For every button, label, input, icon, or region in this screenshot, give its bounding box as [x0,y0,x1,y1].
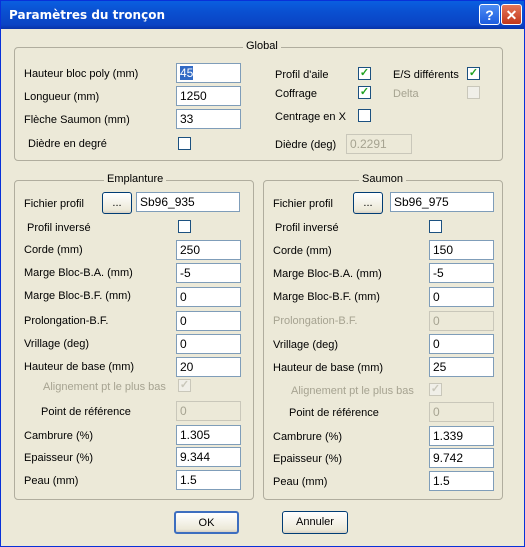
check-icon: ✓ [359,67,370,79]
window-title: Paramètres du tronçon [9,8,165,22]
emplanture-corde-input[interactable]: 250 [176,240,241,260]
saumon-alignement-checkbox: ✓ [429,383,442,396]
help-button[interactable]: ? [479,4,500,25]
saumon-corde-label: Corde (mm) [273,245,332,257]
emplanture-inverse-label: Profil inversé [27,222,91,234]
saumon-peau-label: Peau (mm) [273,476,328,488]
hauteur-bloc-label: Hauteur bloc poly (mm) [24,68,139,80]
emplanture-marge-ba-input[interactable]: -5 [176,263,241,283]
emplanture-marge-bf-input[interactable]: 0 [176,287,241,307]
emplanture-hauteur-base-input[interactable]: 20 [176,357,241,377]
saumon-vrillage-label: Vrillage (deg) [273,339,339,351]
emplanture-vrillage-label: Vrillage (deg) [24,338,90,350]
emplanture-browse-button[interactable]: ... [102,192,132,214]
close-button[interactable]: ✕ [501,4,522,25]
saumon-hauteur-base-label: Hauteur de base (mm) [273,362,384,374]
emplanture-peau-input[interactable]: 1.5 [176,470,241,490]
fleche-saumon-label: Flèche Saumon (mm) [24,114,130,126]
longueur-label: Longueur (mm) [24,91,100,103]
diedre-deg-label: Dièdre (deg) [275,139,337,151]
profil-aile-checkbox[interactable]: ✓ [358,67,371,80]
emplanture-fichier-label: Fichier profil [24,198,84,210]
es-differents-label: E/S différents [393,69,459,81]
emplanture-point-ref-input: 0 [176,401,241,421]
global-group-title: Global [243,40,281,52]
saumon-cambrure-input[interactable]: 1.339 [429,426,494,446]
saumon-inverse-checkbox[interactable] [429,220,442,233]
emplanture-cambrure-input[interactable]: 1.305 [176,425,241,445]
emplanture-alignement-label: Alignement pt le plus bas [43,381,166,393]
saumon-browse-button[interactable]: ... [353,192,383,214]
coffrage-checkbox[interactable]: ✓ [358,86,371,99]
saumon-corde-input[interactable]: 150 [429,240,494,260]
emplanture-hauteur-base-label: Hauteur de base (mm) [24,361,135,373]
delta-label: Delta [393,88,419,100]
emplanture-peau-label: Peau (mm) [24,475,79,487]
emplanture-group-title: Emplanture [104,173,167,185]
help-icon: ? [485,7,494,23]
saumon-alignement-label: Alignement pt le plus bas [291,385,414,397]
coffrage-label: Coffrage [275,88,317,100]
check-icon: ✓ [430,383,441,395]
centrage-checkbox[interactable] [358,109,371,122]
saumon-marge-bf-input[interactable]: 0 [429,287,494,307]
saumon-fichier-input[interactable]: Sb96_975 [390,192,494,212]
saumon-marge-bf-label: Marge Bloc-B.F. (mm) [273,291,380,303]
emplanture-inverse-checkbox[interactable] [178,220,191,233]
saumon-epaisseur-label: Epaisseur (%) [273,453,343,465]
emplanture-prolongation-input[interactable]: 0 [176,311,241,331]
saumon-marge-ba-input[interactable]: -5 [429,263,494,283]
check-icon: ✓ [468,67,479,79]
saumon-prolongation-input: 0 [429,311,494,331]
diedre-en-degre-checkbox[interactable] [178,137,191,150]
emplanture-prolongation-label: Prolongation-B.F. [24,315,109,327]
emplanture-marge-bf-label: Marge Bloc-B.F. (mm) [24,290,131,302]
emplanture-epaisseur-label: Epaisseur (%) [24,452,94,464]
check-icon: ✓ [359,86,370,98]
longueur-input[interactable]: 1250 [176,86,241,106]
saumon-point-ref-label: Point de référence [289,407,379,419]
diedre-deg-input: 0.2291 [346,134,412,154]
saumon-marge-ba-label: Marge Bloc-B.A. (mm) [273,268,382,280]
emplanture-vrillage-input[interactable]: 0 [176,334,241,354]
emplanture-corde-label: Corde (mm) [24,244,83,256]
title-bar[interactable]: Paramètres du tronçon ? ✕ [1,1,524,29]
saumon-vrillage-input[interactable]: 0 [429,334,494,354]
centrage-label: Centrage en X [275,111,346,123]
close-icon: ✕ [505,7,518,23]
emplanture-epaisseur-input[interactable]: 9.344 [176,447,241,467]
saumon-epaisseur-input[interactable]: 9.742 [429,448,494,468]
emplanture-point-ref-label: Point de référence [41,406,131,418]
saumon-inverse-label: Profil inversé [275,222,339,234]
saumon-fichier-label: Fichier profil [273,198,333,210]
emplanture-fichier-input[interactable]: Sb96_935 [136,192,240,212]
diedre-en-degre-label: Dièdre en degré [28,138,107,150]
emplanture-alignement-checkbox: ✓ [178,379,191,392]
saumon-prolongation-label: Prolongation-B.F. [273,315,358,327]
cancel-button[interactable]: Annuler [282,511,348,534]
hauteur-bloc-input[interactable]: 45 [176,63,241,83]
emplanture-marge-ba-label: Marge Bloc-B.A. (mm) [24,267,133,279]
es-differents-checkbox[interactable]: ✓ [467,67,480,80]
saumon-peau-input[interactable]: 1.5 [429,471,494,491]
saumon-group-title: Saumon [359,173,406,185]
saumon-hauteur-base-input[interactable]: 25 [429,357,494,377]
dialog-window: Paramètres du tronçon ? ✕ Global Hauteur… [0,0,525,547]
profil-aile-label: Profil d'aile [275,69,329,81]
check-icon: ✓ [179,379,190,391]
saumon-point-ref-input: 0 [429,402,494,422]
ok-button[interactable]: OK [174,511,239,534]
fleche-saumon-input[interactable]: 33 [176,109,241,129]
saumon-cambrure-label: Cambrure (%) [273,431,343,443]
emplanture-cambrure-label: Cambrure (%) [24,430,94,442]
delta-checkbox [467,86,480,99]
